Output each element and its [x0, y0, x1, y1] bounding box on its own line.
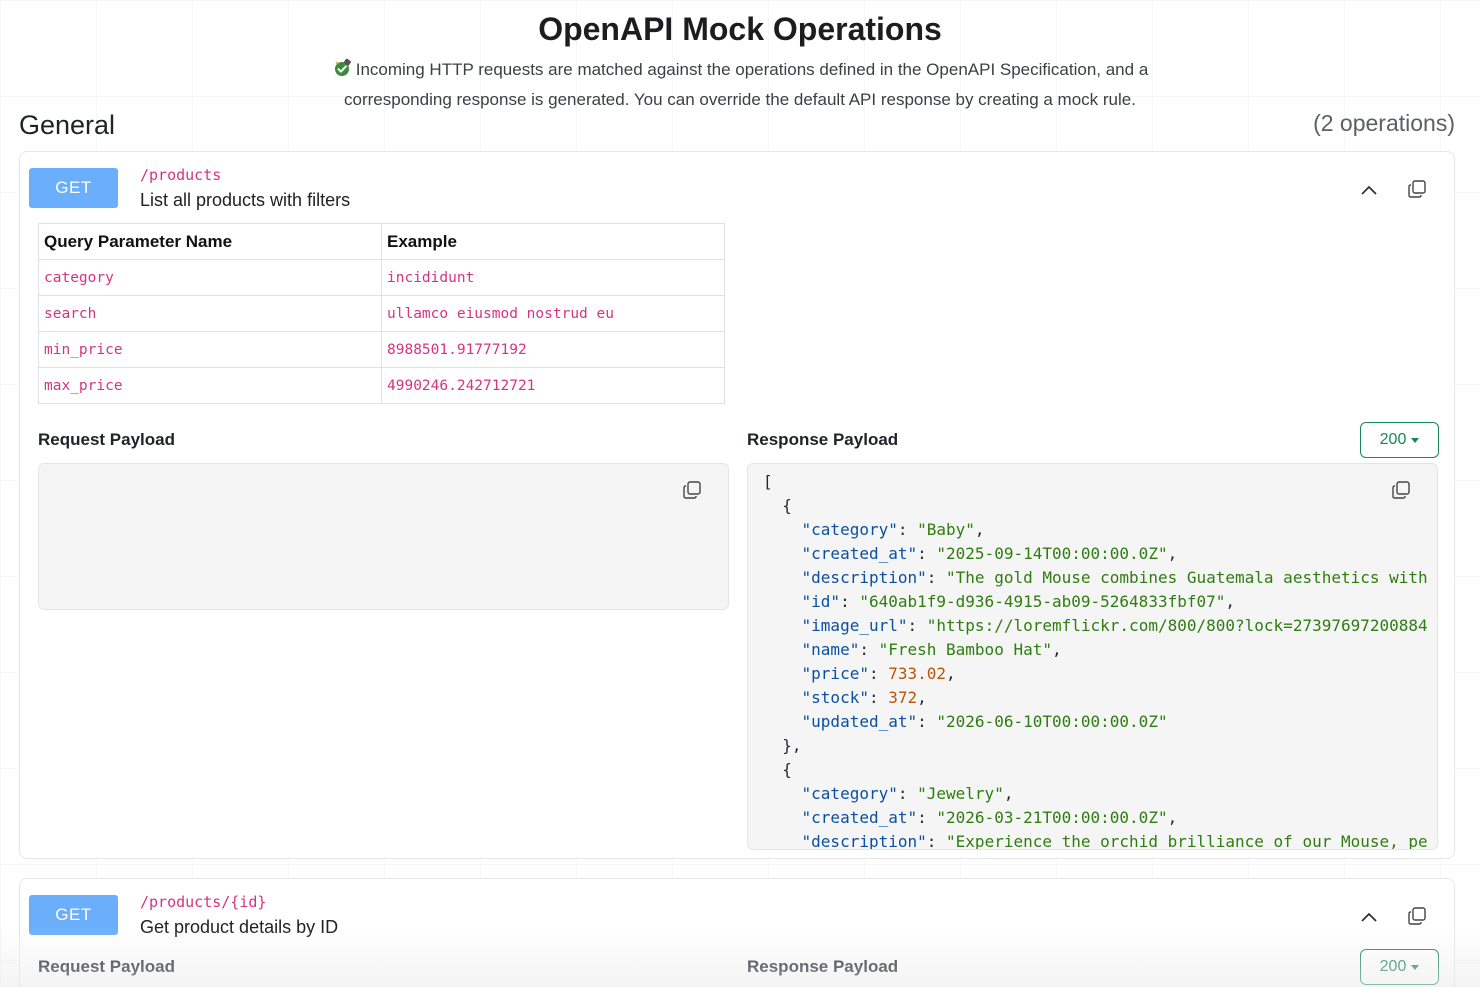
param-name: category [38, 259, 382, 296]
json-line: [ [763, 472, 773, 491]
copy-operation-button[interactable] [1404, 176, 1430, 202]
copy-request-button[interactable] [682, 480, 706, 504]
caret-down-icon [1411, 965, 1420, 970]
method-badge[interactable]: GET [29, 895, 118, 935]
response-payload-label: Response Payload [747, 957, 899, 976]
page-header: OpenAPI Mock Operations Incoming HTTP re… [0, 0, 1480, 113]
copy-icon [683, 481, 701, 499]
param-name-header: Query Parameter Name [38, 223, 382, 260]
copy-response-button[interactable] [1391, 480, 1415, 504]
json-line: "updated_at": "2026-06-10T00:00:00.0Z" [801, 712, 1168, 731]
page-subtitle: Incoming HTTP requests are matched again… [0, 56, 1480, 113]
collapse-button[interactable] [1354, 178, 1384, 202]
subtitle-line-1: Incoming HTTP requests are matched again… [355, 60, 1149, 79]
operation-path: /products/{id} [140, 893, 267, 911]
chevron-up-icon [1361, 185, 1377, 195]
operations-count: (2 operations) [1313, 110, 1455, 136]
request-payload-box[interactable] [38, 463, 729, 610]
request-payload-label: Request Payload [38, 957, 175, 976]
chevron-up-icon [1361, 912, 1377, 922]
json-line: "price": 733.02, [801, 664, 956, 683]
response-payload-box[interactable]: [ { "category": "Baby", "created_at": "2… [747, 463, 1438, 850]
subtitle-line-2: corresponding response is generated. You… [344, 90, 1136, 109]
table-row: min_price 8988501.91777192 [38, 331, 725, 368]
table-header-row: Query Parameter Name Example [38, 223, 725, 260]
json-line: }, [763, 736, 802, 755]
method-badge[interactable]: GET [29, 168, 118, 208]
collapse-button[interactable] [1354, 905, 1384, 929]
json-line: "id": "640ab1f9-d936-4915-ab09-5264833fb… [801, 592, 1236, 611]
operation-card: GET /products/{id} Get product details b… [19, 878, 1455, 987]
copy-icon [1392, 481, 1410, 499]
param-name: search [38, 295, 382, 332]
json-line: { [763, 496, 792, 515]
response-payload-label: Response Payload [747, 430, 899, 449]
section-title: General [19, 110, 116, 140]
status-code-value: 200 [1379, 431, 1407, 448]
copy-operation-button[interactable] [1404, 903, 1430, 929]
table-row: max_price 4990246.242712721 [38, 367, 725, 404]
json-line: "description": "Experience the orchid br… [801, 832, 1428, 850]
caret-down-icon [1411, 438, 1420, 443]
operation-summary: Get product details by ID [140, 917, 339, 937]
json-line: "created_at": "2025-09-14T00:00:00.0Z", [801, 544, 1178, 563]
operation-card: GET /products List all products with fil… [19, 151, 1455, 859]
status-code-value: 200 [1379, 958, 1407, 975]
json-line: "image_url": "https://loremflickr.com/80… [801, 616, 1428, 635]
response-json: [ { "category": "Baby", "created_at": "2… [748, 464, 1437, 850]
param-example: ullamco eiusmod nostrud eu [381, 295, 725, 332]
operation-path: /products [140, 166, 222, 184]
json-line: "category": "Jewelry", [801, 784, 1014, 803]
status-code-dropdown[interactable]: 200 [1360, 949, 1439, 985]
json-line: "category": "Baby", [801, 520, 985, 539]
param-name: max_price [38, 367, 382, 404]
json-line: "created_at": "2026-03-21T00:00:00.0Z", [801, 808, 1178, 827]
json-line: "stock": 372, [801, 688, 927, 707]
json-line: "name": "Fresh Bamboo Hat", [801, 640, 1062, 659]
table-row: search ullamco eiusmod nostrud eu [38, 295, 725, 332]
param-example: 8988501.91777192 [381, 331, 725, 368]
page-title: OpenAPI Mock Operations [538, 11, 942, 47]
param-name: min_price [38, 331, 382, 368]
operation-summary: List all products with filters [140, 190, 351, 210]
query-params-table: Query Parameter Name Example category in… [38, 223, 725, 404]
param-example: 4990246.242712721 [381, 367, 725, 404]
status-code-dropdown[interactable]: 200 [1360, 422, 1439, 458]
copy-icon [1408, 907, 1426, 925]
param-example-header: Example [381, 223, 725, 260]
request-payload-label: Request Payload [38, 430, 175, 449]
table-row: category incididunt [38, 259, 725, 296]
section-header: General (2 operations) [19, 108, 1455, 144]
json-line: "description": "The gold Mouse combines … [801, 568, 1428, 587]
param-example: incididunt [381, 259, 725, 296]
json-line: { [763, 760, 792, 779]
plug-check-icon [332, 58, 352, 86]
copy-icon [1408, 180, 1426, 198]
